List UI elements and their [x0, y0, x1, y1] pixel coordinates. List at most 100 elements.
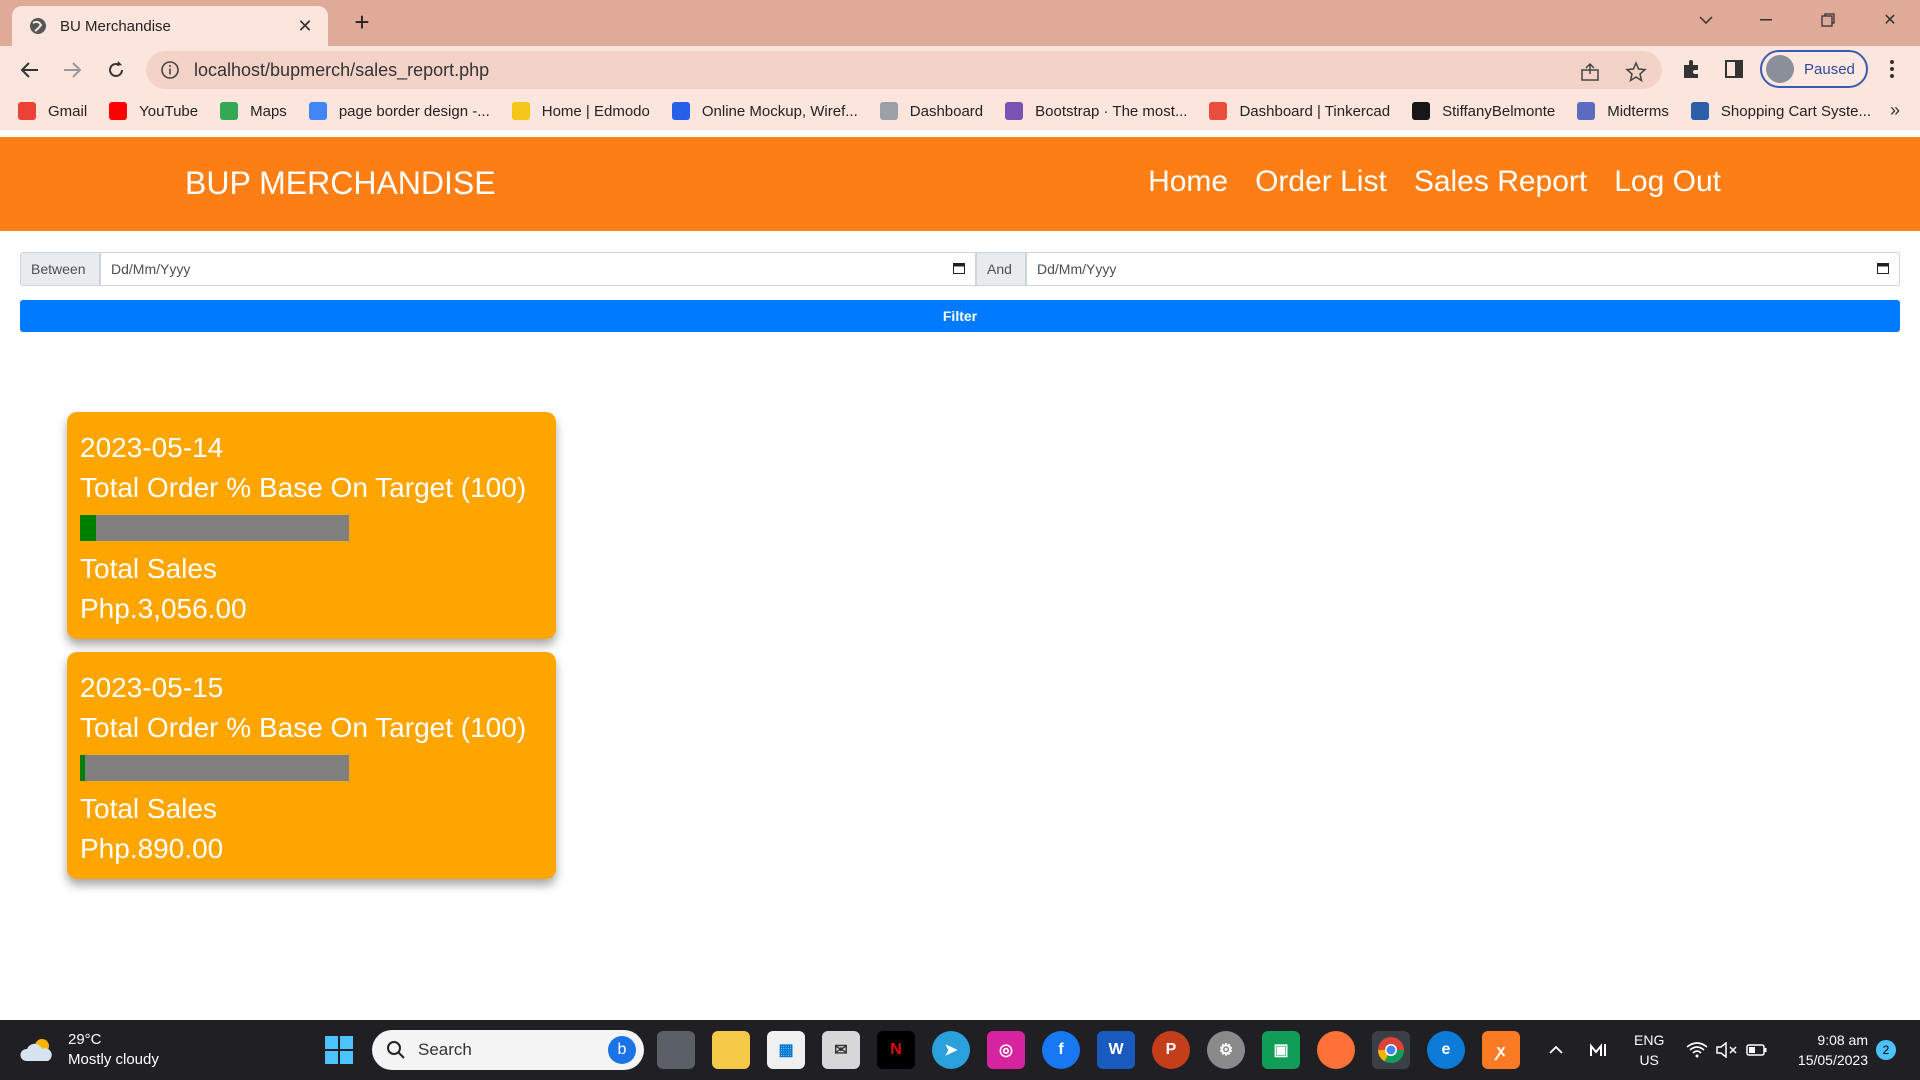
bookmark-item[interactable]: page border design -...	[308, 102, 490, 120]
order-progress-bar	[80, 515, 349, 541]
youtube-icon	[109, 102, 128, 120]
close-window-button[interactable]: ✕	[1860, 0, 1920, 40]
chrome-icon[interactable]	[1372, 1031, 1410, 1069]
start-date-input[interactable]: Dd/Mm/Yyyy	[100, 252, 976, 286]
info-icon[interactable]	[160, 60, 180, 80]
end-date-input[interactable]: Dd/Mm/Yyyy	[1026, 252, 1900, 286]
order-progress-bar	[80, 755, 349, 781]
bookmark-star-icon[interactable]	[1624, 60, 1648, 84]
edge-icon[interactable]: e	[1427, 1031, 1465, 1069]
extensions-puzzle-icon[interactable]	[1680, 57, 1704, 81]
xampp-icon[interactable]: ꭗ	[1482, 1031, 1520, 1069]
nav-link-log-out[interactable]: Log Out	[1614, 165, 1721, 199]
report-date: 2023-05-15	[80, 672, 224, 703]
calendar-icon[interactable]	[953, 261, 965, 277]
word-icon[interactable]: W	[1097, 1031, 1135, 1069]
new-tab-button[interactable]: +	[348, 7, 376, 37]
github-icon	[1412, 102, 1431, 120]
browser-tab-strip: BU Merchandise ✕ + ✕	[0, 0, 1920, 46]
wifi-icon[interactable]	[1686, 1020, 1708, 1080]
notification-badge[interactable]: 2	[1876, 1020, 1896, 1080]
show-hidden-icons[interactable]	[1548, 1020, 1564, 1080]
task-view-icon[interactable]	[657, 1031, 695, 1069]
profile-button[interactable]: Paused	[1760, 50, 1868, 88]
file-explorer-icon[interactable]	[712, 1031, 750, 1069]
windows-taskbar: 29°C Mostly cloudy Search b ▦ ✉ N ➤ ◎ f …	[0, 1020, 1920, 1080]
filter-button[interactable]: Filter	[20, 300, 1900, 332]
bookmark-item[interactable]: YouTube	[109, 102, 198, 120]
bookmark-item[interactable]: Dashboard | Tinkercad	[1209, 102, 1390, 120]
between-label: Between	[20, 252, 100, 286]
bookmark-label: Dashboard | Tinkercad	[1239, 102, 1391, 120]
more-bookmarks-icon[interactable]: »	[1890, 100, 1900, 121]
browser-tab[interactable]: BU Merchandise ✕	[12, 6, 328, 46]
volume-muted-icon[interactable]	[1716, 1020, 1738, 1080]
firefox-icon[interactable]	[1317, 1031, 1355, 1069]
side-panel-icon[interactable]	[1722, 57, 1746, 81]
maps-icon	[220, 102, 239, 120]
bookmark-label: Home | Edmodo	[541, 102, 650, 120]
telegram-icon[interactable]: ➤	[932, 1031, 970, 1069]
back-arrow-icon[interactable]	[14, 54, 46, 86]
sales-report-card: 2023-05-15 Total Order % Base On Target …	[67, 652, 556, 879]
microsoft-store-icon[interactable]: ▦	[767, 1031, 805, 1069]
instagram-icon[interactable]: ◎	[987, 1031, 1025, 1069]
bookmark-label: Shopping Cart Syste...	[1720, 102, 1871, 120]
sales-report-card: 2023-05-14 Total Order % Base On Target …	[67, 412, 556, 639]
total-sales-value: Php.890.00	[80, 833, 224, 864]
nav-link-home[interactable]: Home	[1148, 165, 1228, 199]
bookmark-label: YouTube	[139, 102, 199, 120]
mail-icon[interactable]: ✉	[822, 1031, 860, 1069]
bookmark-item[interactable]: Dashboard	[879, 102, 984, 120]
bookmark-item[interactable]: Home | Edmodo	[511, 102, 650, 120]
minimize-button[interactable]	[1736, 0, 1796, 40]
report-date: 2023-05-14	[80, 432, 224, 463]
bookmark-item[interactable]: Midterms	[1577, 102, 1669, 120]
bookmark-label: StiffanyBelmonte	[1442, 102, 1556, 120]
share-icon[interactable]	[1578, 60, 1602, 84]
bookmark-item[interactable]: Bootstrap · The most...	[1005, 102, 1187, 120]
brand-title[interactable]: BUP MERCHANDISE	[185, 165, 496, 202]
windows-start-icon[interactable]	[320, 1031, 358, 1069]
bookmark-label: page border design -...	[338, 102, 490, 120]
bookmark-item[interactable]: Online Mockup, Wiref...	[671, 102, 858, 120]
network-activity-icon[interactable]	[1590, 1020, 1610, 1080]
nav-link-order-list[interactable]: Order List	[1255, 165, 1387, 199]
classroom-icon[interactable]: ▣	[1262, 1031, 1300, 1069]
bookmark-item[interactable]: StiffanyBelmonte	[1412, 102, 1555, 120]
profile-status: Paused	[1804, 60, 1855, 78]
language-code: ENG	[1634, 1032, 1665, 1048]
bookmark-label: Dashboard	[909, 102, 984, 120]
settings-gear-icon[interactable]: ⚙	[1207, 1031, 1245, 1069]
nav-link-sales-report[interactable]: Sales Report	[1414, 165, 1587, 199]
search-label: Search	[418, 1040, 472, 1059]
start-date-placeholder: Dd/Mm/Yyyy	[111, 261, 191, 277]
battery-icon[interactable]	[1746, 1020, 1768, 1080]
bing-icon[interactable]: b	[608, 1036, 636, 1064]
powerpoint-icon[interactable]: P	[1152, 1031, 1190, 1069]
bookmark-item[interactable]: Shopping Cart Syste...	[1690, 102, 1871, 120]
close-tab-icon[interactable]: ✕	[294, 15, 316, 37]
target-label: Total Order % Base On Target (100)	[80, 712, 527, 743]
bookmark-item[interactable]: Maps	[220, 102, 287, 120]
taskbar-search[interactable]: Search b	[372, 1030, 644, 1070]
bookmark-label: Online Mockup, Wiref...	[701, 102, 858, 120]
bookmark-label: Midterms	[1607, 102, 1669, 120]
language-indicator[interactable]: ENG US	[1634, 1020, 1664, 1080]
weather-widget[interactable]: 29°C Mostly cloudy	[20, 1030, 159, 1070]
restore-button[interactable]	[1798, 0, 1858, 40]
bookmark-item[interactable]: Gmail	[18, 102, 87, 120]
clock-time: 9:08 am	[1817, 1032, 1868, 1048]
netflix-icon[interactable]: N	[877, 1031, 915, 1069]
tab-search-icon[interactable]	[1676, 0, 1736, 40]
system-clock[interactable]: 9:08 am 15/05/2023	[1786, 1020, 1868, 1080]
menu-kebab-icon[interactable]	[1880, 57, 1904, 81]
address-bar[interactable]: localhost/bupmerch/sales_report.php	[146, 51, 1662, 89]
browser-toolbar: localhost/bupmerch/sales_report.php Paus…	[0, 46, 1920, 92]
reload-icon[interactable]	[100, 54, 132, 86]
calendar-icon[interactable]	[1877, 261, 1889, 277]
bookmark-label: Bootstrap · The most...	[1035, 102, 1188, 120]
avatar	[1766, 55, 1794, 83]
facebook-icon[interactable]: f	[1042, 1031, 1080, 1069]
forward-arrow-icon[interactable]	[56, 54, 88, 86]
